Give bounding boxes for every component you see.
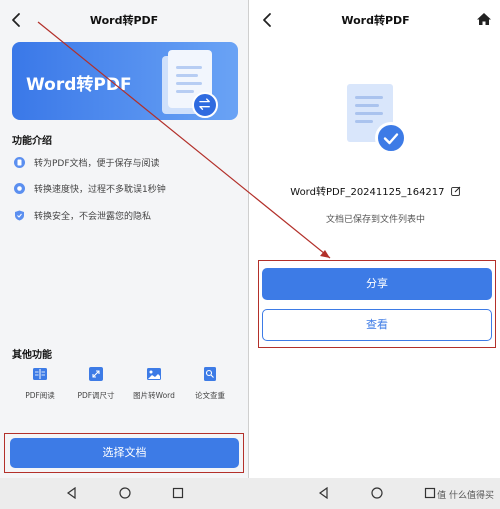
watermark: 值 什么值得买	[437, 491, 494, 501]
banner-title: Word转PDF	[26, 75, 132, 95]
page-title: Word转PDF	[341, 14, 410, 27]
image-icon	[147, 368, 161, 380]
nav-back-icon[interactable]	[66, 487, 78, 499]
saved-message: 文档已保存到文件列表中	[325, 215, 425, 225]
speed-icon	[14, 182, 25, 194]
doc-line	[176, 66, 202, 69]
tool-label: 论文查重	[195, 391, 225, 400]
right-header: Word转PDF	[251, 0, 500, 40]
doc-line	[176, 90, 194, 93]
other-features-title: 其他功能	[12, 350, 52, 361]
feature-item: 转为PDF文档，便于保存与阅读	[14, 155, 160, 169]
file-name: Word转PDF_20241125_164217	[251, 183, 500, 198]
other-tools: PDF阅读 PDF调尺寸 图片转Word 论文查重	[0, 366, 248, 406]
page-title: Word转PDF	[89, 14, 159, 27]
resize-icon	[89, 367, 103, 381]
shield-icon	[15, 210, 24, 220]
feature-item: 转换安全，不会泄露您的隐私	[14, 208, 151, 222]
check-icon	[375, 122, 407, 154]
screenshot-composite: Word转PDF Word转PDF 功能介绍 转为PDF文档，便于保存与阅读 转…	[0, 0, 500, 509]
doc-line	[176, 74, 198, 77]
tool-plagiarism-check[interactable]: 论文查重	[180, 366, 240, 401]
doc-icon	[14, 156, 25, 168]
tool-image-to-word[interactable]: 图片转Word	[124, 366, 184, 401]
nav-home-icon[interactable]	[371, 487, 383, 499]
doc-line	[355, 120, 373, 123]
tool-pdf-reader[interactable]: PDF阅读	[10, 366, 70, 401]
home-icon[interactable]	[476, 11, 492, 27]
doc-line	[176, 82, 202, 85]
file-name-text: Word转PDF_20241125_164217	[290, 187, 445, 198]
feature-label: 转为PDF文档，便于保存与阅读	[34, 158, 160, 169]
left-screen: Word转PDF Word转PDF 功能介绍 转为PDF文档，便于保存与阅读 转…	[0, 0, 249, 478]
system-nav-bar: 值 什么值得买	[0, 478, 500, 509]
select-document-button[interactable]: 选择文档	[10, 438, 239, 468]
right-screen: Word转PDF Word转PDF_20241125_164217 文档已保存到…	[251, 0, 500, 478]
nav-recents-icon[interactable]	[424, 487, 436, 499]
tool-label: PDF阅读	[25, 391, 55, 400]
convert-swap-icon	[192, 92, 218, 118]
features-title: 功能介绍	[12, 136, 52, 147]
feature-item: 转换速度快，过程不多耽误1秒钟	[14, 181, 166, 195]
feature-label: 转换速度快，过程不多耽误1秒钟	[34, 184, 166, 195]
tool-label: 图片转Word	[133, 391, 175, 400]
nav-home-icon[interactable]	[119, 487, 131, 499]
view-button[interactable]: 查看	[262, 309, 492, 341]
feature-label: 转换安全，不会泄露您的隐私	[34, 211, 152, 222]
left-header: Word转PDF	[0, 0, 248, 40]
book-icon	[33, 368, 47, 380]
edit-icon[interactable]	[450, 186, 461, 196]
nav-recents-icon[interactable]	[172, 487, 184, 499]
search-doc-icon	[204, 367, 216, 381]
tool-pdf-resize[interactable]: PDF调尺寸	[66, 366, 126, 401]
doc-line	[355, 112, 383, 115]
doc-line	[355, 96, 383, 99]
doc-line	[355, 104, 379, 107]
tool-label: PDF调尺寸	[77, 391, 115, 400]
nav-back-icon[interactable]	[318, 487, 330, 499]
share-button[interactable]: 分享	[262, 268, 492, 300]
